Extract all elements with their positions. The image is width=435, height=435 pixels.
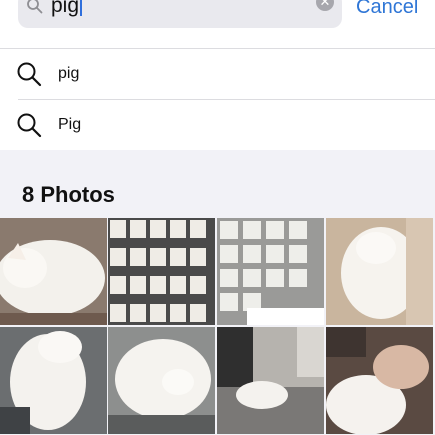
search-suggestions: pig Pig xyxy=(0,48,435,150)
search-icon xyxy=(17,113,42,138)
photo-thumbnail[interactable] xyxy=(326,218,433,325)
suggestion-item-pig[interactable]: pig xyxy=(0,49,435,100)
photo-thumbnail[interactable] xyxy=(108,327,215,434)
suggestion-label: Pig xyxy=(58,116,82,133)
photo-thumbnail[interactable] xyxy=(326,327,433,434)
photo-grid xyxy=(0,218,435,435)
photo-thumbnail[interactable] xyxy=(0,218,107,325)
photo-thumbnail[interactable] xyxy=(0,327,107,434)
suggestion-item-Pig[interactable]: Pig xyxy=(0,100,435,151)
photos-heading: 8 Photos xyxy=(22,182,115,207)
clear-icon[interactable]: ✕ xyxy=(316,0,334,11)
search-query-text[interactable]: pig xyxy=(51,0,79,17)
photo-thumbnail[interactable] xyxy=(108,218,215,325)
search-bar: pig ✕ Cancel xyxy=(0,0,435,48)
search-field[interactable]: pig ✕ xyxy=(18,0,342,28)
search-icon xyxy=(27,0,43,14)
search-icon xyxy=(17,62,42,87)
suggestion-label: pig xyxy=(58,65,80,82)
photo-thumbnail[interactable] xyxy=(217,218,324,325)
cancel-button[interactable]: Cancel xyxy=(356,0,418,19)
text-caret xyxy=(80,0,83,16)
photo-thumbnail[interactable] xyxy=(217,327,324,434)
